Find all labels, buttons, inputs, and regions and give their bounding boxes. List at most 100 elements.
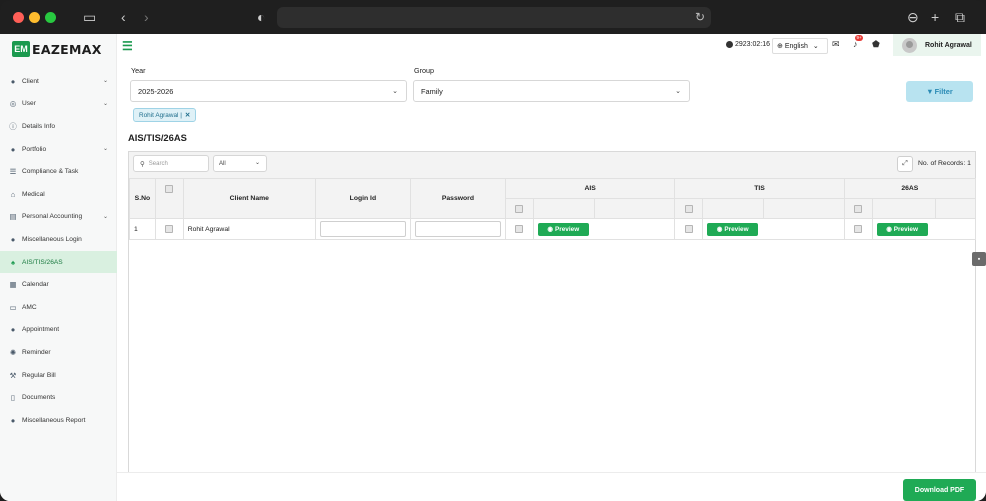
back-icon[interactable]: ‹ — [121, 10, 126, 24]
tis-preview-button[interactable]: ◉ Preview — [707, 222, 759, 236]
26as-preview-label: Preview — [893, 225, 918, 233]
sidebar-item-client[interactable]: ● Client ⌄ — [0, 70, 117, 93]
column-header-client-name: Client Name — [182, 178, 316, 219]
sidebar-item-label: User — [22, 100, 36, 108]
tis-select-all-checkbox[interactable] — [684, 204, 693, 213]
ais-select-all-checkbox[interactable] — [515, 204, 524, 213]
records-count: No. of Records: 1 — [918, 160, 971, 167]
chevron-down-icon: ⌄ — [102, 78, 108, 84]
bell-icon: ♠ — [11, 257, 15, 267]
logo[interactable]: EM EAZEMAX — [12, 40, 102, 58]
search-placeholder: Search — [148, 160, 168, 167]
sidebar-item-label: AMC — [22, 303, 37, 311]
tabs-overview-icon[interactable]: ⧉ — [955, 10, 965, 24]
top-bar: ☰ 2923:02:16 ⊕ English ⌄ ✉ ♪ 9+ ⬟ Rohit … — [117, 34, 986, 60]
download-icon[interactable]: ⊖ — [907, 10, 919, 24]
login-id-input[interactable] — [319, 221, 406, 237]
sidebar: EM EAZEMAX ● Client ⌄ ◎ User ⌄ ⓘ Details Info ● P… — [0, 34, 117, 501]
reload-icon[interactable]: ↻ — [695, 10, 705, 24]
sidebar-item-documents[interactable]: ▯ Documents — [0, 386, 117, 409]
logo-text: EAZEMAX — [32, 41, 102, 57]
tis-preview-label: Preview — [724, 225, 749, 233]
filter-button[interactable]: ▼ Filter — [906, 81, 973, 102]
user-icon: ● — [10, 234, 16, 244]
sidebar-item-miscellaneous-login[interactable]: ● Miscellaneous Login — [0, 228, 117, 251]
sidebar-item-reminder[interactable]: ✺ Reminder — [0, 341, 117, 364]
sidebar-item-compliance-task[interactable]: ☰ Compliance & Task — [0, 160, 117, 183]
sidebar-item-portfolio[interactable]: ● Portfolio ⌄ — [0, 138, 117, 161]
sidebar-item-label: Appointment — [22, 326, 60, 334]
password-input[interactable] — [414, 221, 501, 237]
hammer-icon: ⚒ — [9, 370, 17, 380]
group-select[interactable]: Family ⌄ — [413, 80, 690, 102]
chevron-down-icon: ⌄ — [102, 145, 108, 152]
sidebar-item-ais-tis-26as[interactable]: ♠ AIS/TIS/26AS — [0, 250, 117, 274]
row-checkbox[interactable] — [165, 225, 174, 233]
table-row: 1 Rohit Agrawal ◉ Preview ◉ Preview ◉ Pr… — [129, 218, 977, 240]
shield-icon[interactable]: ◐ — [257, 10, 265, 24]
sidebar-item-amc[interactable]: ▭ AMC — [0, 296, 117, 319]
sidebar-item-regular-bill[interactable]: ⚒ Regular Bill — [0, 364, 117, 387]
app: EM EAZEMAX ● Client ⌄ ◎ User ⌄ ⓘ Details Info ● P… — [0, 34, 986, 501]
sidebar-item-label: AIS/TIS/26AS — [22, 258, 63, 266]
column-header-password: Password — [409, 178, 506, 219]
address-bar[interactable]: ↻ — [277, 7, 711, 28]
menu-icon[interactable]: ☰ — [122, 39, 133, 53]
tis-select-all — [674, 198, 704, 219]
year-value: 2025-2026 — [138, 86, 174, 96]
info-icon: ⓘ — [9, 121, 17, 131]
clock-icon — [726, 41, 733, 48]
ais-preview-label: Preview — [555, 225, 580, 233]
user-name: Rohit Agrawal — [925, 41, 972, 49]
sidebar-item-user[interactable]: ◎ User ⌄ — [0, 93, 117, 116]
user-icon: ● — [10, 76, 16, 86]
sidebar-toggle-icon[interactable]: ▭ — [83, 10, 96, 24]
sidebar-item-calendar[interactable]: ▦ Calendar — [0, 273, 117, 296]
chevron-down-icon: ⌄ — [254, 160, 260, 166]
select-all-cell — [154, 178, 184, 219]
26as-select-all-checkbox[interactable] — [854, 204, 863, 213]
user-menu[interactable]: Rohit Agrawal — [893, 34, 981, 56]
browser-chrome: ▭ ‹ › ◐ ↻ ⊖ + ⧉ — [0, 0, 986, 34]
timer-text: 2923:02:16 — [735, 41, 771, 48]
chat-icon[interactable]: ✉ — [832, 39, 840, 50]
column-header-26as: 26AS — [843, 178, 977, 199]
logo-mark: EM — [12, 41, 30, 57]
chevron-down-icon: ⌄ — [392, 88, 398, 95]
ais-preview-button[interactable]: ◉ Preview — [537, 222, 589, 236]
side-panel-handle-icon[interactable]: ▪ — [972, 252, 986, 266]
sidebar-item-label: Details Info — [22, 122, 55, 130]
search-input[interactable]: ⚲ Search — [133, 155, 209, 172]
download-pdf-button[interactable]: Download PDF — [903, 479, 976, 501]
tag-icon[interactable]: ⬟ — [872, 39, 880, 50]
minimize-window-button[interactable] — [29, 12, 40, 23]
new-tab-icon[interactable]: + — [931, 10, 939, 24]
26as-preview-button[interactable]: ◉ Preview — [876, 222, 928, 236]
rows-filter-select[interactable]: All ⌄ — [213, 155, 267, 172]
expand-icon[interactable]: ⤢ — [897, 156, 913, 172]
column-header-tis: TIS — [674, 178, 845, 199]
ais-row-checkbox[interactable] — [515, 225, 524, 233]
close-window-button[interactable] — [13, 12, 24, 23]
remove-chip-icon[interactable]: ✕ — [185, 111, 190, 119]
sidebar-item-appointment[interactable]: ● Appointment — [0, 319, 117, 342]
group-value: Family — [421, 86, 443, 96]
sidebar-item-label: Portfolio — [22, 145, 47, 153]
sidebar-item-personal-accounting[interactable]: ▤ Personal Accounting ⌄ — [0, 206, 117, 229]
sidebar-item-miscellaneous-report[interactable]: ● Miscellaneous Report — [0, 409, 117, 432]
year-select[interactable]: 2025-2026 ⌄ — [130, 80, 407, 102]
sidebar-item-label: Miscellaneous Login — [22, 235, 82, 243]
column-header-sno: S.No — [129, 178, 156, 219]
select-all-checkbox[interactable] — [165, 185, 174, 193]
sidebar-item-medical[interactable]: ⌂ Medical — [0, 183, 117, 206]
tis-row-checkbox[interactable] — [684, 225, 693, 233]
ais-select-all — [504, 198, 534, 219]
rows-filter-value: All — [219, 160, 226, 167]
sidebar-nav: ● Client ⌄ ◎ User ⌄ ⓘ Details Info ● Portfolio ⌄ ☰ C… — [0, 70, 117, 432]
sidebar-item-details-info[interactable]: ⓘ Details Info — [0, 115, 117, 138]
language-select[interactable]: ⊕ English ⌄ — [772, 38, 828, 54]
forward-icon[interactable]: › — [144, 10, 149, 24]
maximize-window-button[interactable] — [45, 12, 56, 23]
sidebar-item-label: Calendar — [22, 281, 49, 289]
26as-row-checkbox[interactable] — [854, 225, 863, 233]
